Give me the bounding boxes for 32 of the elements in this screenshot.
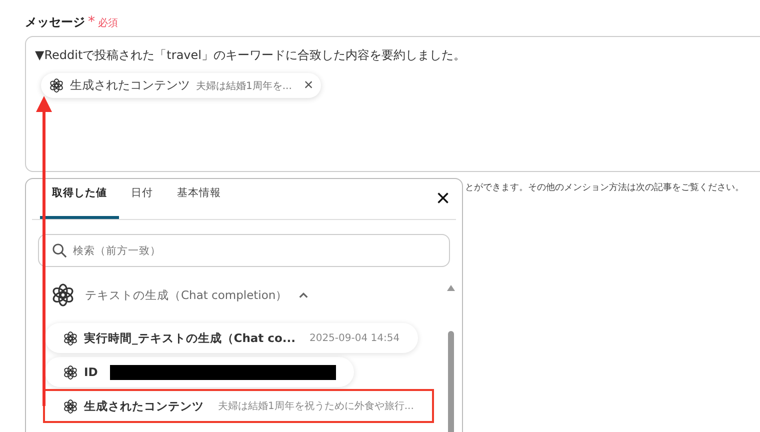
token-name: 生成されたコンテンツ	[70, 77, 190, 94]
item-name: ID	[84, 365, 98, 379]
required-mark: *	[88, 14, 95, 30]
token-preview: 夫婦は結婚1周年を...	[196, 80, 292, 92]
field-label: メッセージ	[25, 14, 85, 31]
value-item[interactable]: 生成されたコンテンツ 夫婦は結婚1周年を祝うために外食や旅行...	[45, 391, 432, 421]
close-button[interactable]: ×	[430, 187, 456, 219]
knot-icon	[63, 330, 78, 346]
tab[interactable]: 基本情報	[165, 179, 233, 219]
knot-icon	[49, 78, 64, 93]
tab[interactable]: 日付	[119, 179, 165, 219]
item-value: 夫婦は結婚1周年を祝うために外食や旅行...	[218, 400, 414, 413]
knot-icon	[51, 283, 75, 307]
item-name: 生成されたコンテンツ	[84, 398, 204, 414]
knot-icon	[63, 398, 78, 414]
remove-button[interactable]: ×	[298, 78, 314, 94]
knot-icon	[63, 364, 78, 380]
mention-token[interactable]: 生成されたコンテンツ 夫婦は結婚1周年を... ×	[41, 73, 322, 98]
group-title: テキストの生成（Chat completion）	[85, 288, 288, 302]
scroll-up-arrow-icon[interactable]	[447, 285, 455, 291]
item-name: 実行時間_テキストの生成（Chat co...	[84, 330, 296, 346]
scrollbar-thumb[interactable]	[448, 331, 454, 432]
hint-text: とができます。その他のメンション方法は次の記事をご覧ください。	[465, 182, 744, 194]
search-field[interactable]: 検索（前方一致）	[38, 234, 450, 267]
group-header[interactable]: テキストの生成（Chat completion）	[51, 281, 444, 309]
value-item[interactable]: ID	[45, 357, 354, 387]
message-text: ▼Redditで投稿された「travel」のキーワードに合致した内容を要約しました。	[35, 47, 466, 64]
value-item[interactable]: 実行時間_テキストの生成（Chat co... 2025-09-04 14:54	[45, 323, 418, 353]
message-field[interactable]: ▼Redditで投稿された「travel」のキーワードに合致した内容を要約しました。 生成されたコンテンツ 夫婦は結婚1周年を... ×	[25, 36, 760, 172]
tab[interactable]: 取得した値	[40, 179, 119, 219]
item-value: 2025-09-04 14:54	[309, 332, 400, 344]
required-text: 必須	[98, 16, 118, 30]
